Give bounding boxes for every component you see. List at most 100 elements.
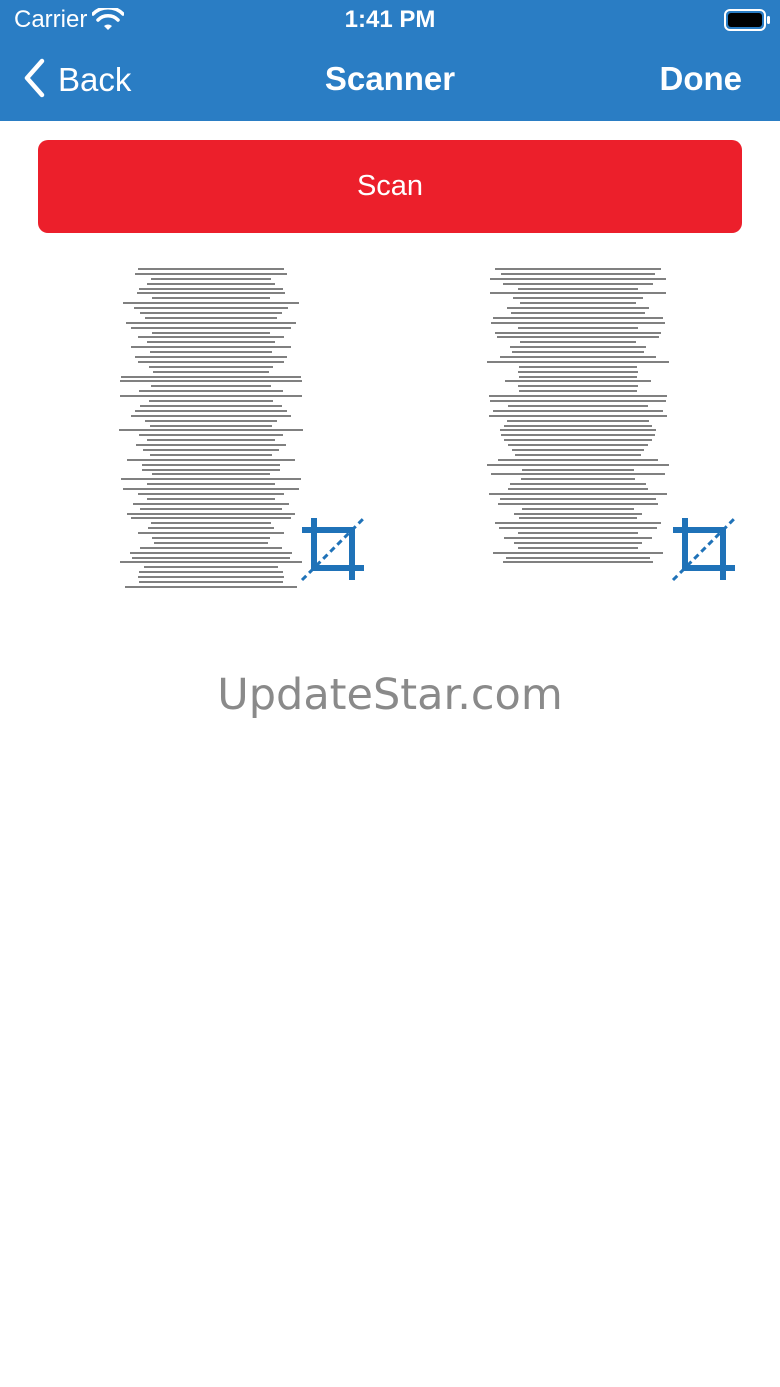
- text-line: [498, 458, 658, 461]
- text-line: [152, 297, 270, 300]
- text-line: [148, 400, 274, 403]
- text-line: [139, 581, 283, 583]
- text-line: [134, 356, 288, 359]
- text-line: [144, 419, 278, 422]
- text-line: [519, 375, 637, 378]
- text-line: [144, 316, 278, 319]
- text-line: [498, 527, 658, 530]
- text-line: [138, 492, 284, 495]
- text-line: [507, 419, 649, 422]
- text-line: [511, 448, 645, 451]
- text-line: [518, 532, 638, 535]
- scanned-page-thumbnail[interactable]: [118, 268, 304, 593]
- text-line: [124, 585, 298, 588]
- text-line: [499, 429, 657, 432]
- text-line: [152, 536, 270, 539]
- text-line: [510, 346, 646, 349]
- text-line: [144, 566, 278, 569]
- text-line: [119, 380, 303, 383]
- text-line: [140, 404, 282, 407]
- text-line: [513, 512, 643, 515]
- text-line: [139, 287, 283, 290]
- text-line: [120, 478, 302, 481]
- text-line: [146, 282, 276, 285]
- text-line: [503, 439, 653, 442]
- text-line: [508, 404, 648, 407]
- text-line: [150, 522, 272, 525]
- text-line: [502, 282, 654, 285]
- text-line: [506, 556, 650, 559]
- text-line: [488, 414, 668, 417]
- text-line: [500, 272, 656, 275]
- text-line: [137, 268, 285, 270]
- text-line: [126, 321, 296, 324]
- text-line: [493, 316, 663, 319]
- text-line: [522, 507, 634, 510]
- text-line: [486, 463, 670, 466]
- text-line: [511, 312, 645, 315]
- text-line: [519, 365, 637, 368]
- text-line: [518, 385, 638, 388]
- text-line: [497, 336, 659, 339]
- text-line: [488, 492, 668, 495]
- text-line: [493, 551, 663, 554]
- text-line: [137, 360, 285, 363]
- text-line: [514, 453, 642, 456]
- text-line: [486, 360, 670, 363]
- text-line: [518, 546, 638, 549]
- text-line: [495, 268, 661, 270]
- text-line: [522, 468, 634, 471]
- text-line: [502, 561, 654, 564]
- text-line: [131, 517, 291, 520]
- text-line: [503, 536, 653, 539]
- text-line: [499, 497, 657, 500]
- text-line: [153, 370, 269, 373]
- text-line: [519, 517, 637, 520]
- text-line: [507, 307, 649, 310]
- scan-button[interactable]: Scan: [38, 140, 742, 233]
- text-line: [133, 307, 289, 310]
- battery-icon: [724, 8, 772, 37]
- text-line: [148, 365, 274, 368]
- navigation-bar: Carrier 1:41 PM Back Scanner Done: [0, 0, 780, 121]
- text-line: [120, 375, 302, 378]
- text-line: [503, 424, 653, 427]
- crop-icon[interactable]: [669, 514, 739, 584]
- text-line: [139, 571, 283, 574]
- text-line: [504, 380, 652, 383]
- text-line: [130, 551, 292, 554]
- text-line: [146, 341, 276, 344]
- text-line: [146, 497, 276, 500]
- crop-icon[interactable]: [298, 514, 368, 584]
- text-line: [519, 390, 637, 393]
- text-line: [508, 444, 648, 447]
- text-line: [119, 561, 303, 564]
- text-line: [518, 287, 638, 290]
- text-line: [137, 336, 285, 339]
- text-line: [511, 351, 645, 354]
- text-line: [147, 527, 275, 530]
- text-line: [142, 463, 280, 466]
- text-line: [119, 395, 303, 398]
- text-line: [140, 546, 282, 549]
- text-line: [136, 292, 286, 295]
- text-line: [500, 434, 656, 437]
- text-line: [127, 512, 295, 515]
- scanned-page-thumbnail[interactable]: [485, 268, 671, 568]
- text-line: [134, 272, 288, 275]
- done-button[interactable]: Done: [660, 60, 743, 98]
- text-line: [488, 395, 668, 398]
- text-line: [489, 277, 667, 280]
- text-line: [521, 478, 635, 481]
- text-line: [512, 297, 644, 300]
- text-line: [151, 277, 271, 280]
- text-line: [517, 370, 639, 373]
- text-line: [131, 326, 291, 329]
- text-line: [139, 390, 283, 393]
- text-line: [152, 331, 270, 334]
- text-line: [495, 331, 661, 334]
- text-line: [513, 541, 643, 544]
- text-line: [137, 576, 285, 579]
- text-line: [149, 424, 273, 427]
- text-line: [495, 522, 661, 525]
